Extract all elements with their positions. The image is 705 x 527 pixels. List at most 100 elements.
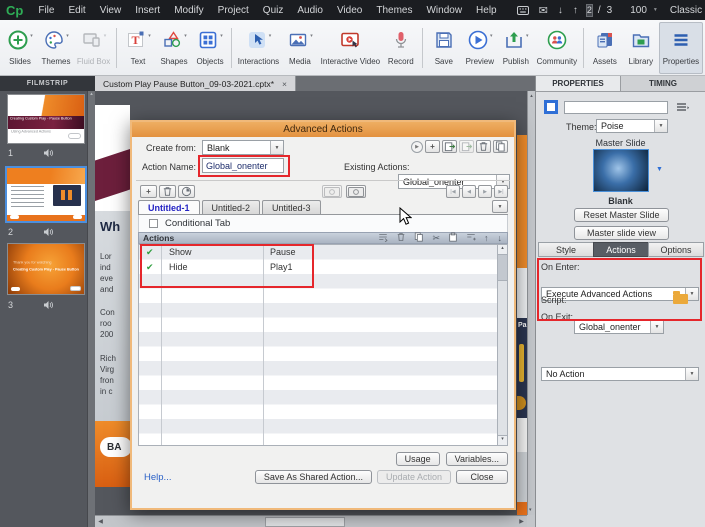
capture-monitor-icon[interactable] [512,6,534,15]
delete-action-icon[interactable] [476,140,491,153]
table-vertical-scrollbar[interactable]: ▴ ▾ [497,245,507,445]
toolbar-slides[interactable]: ▾ Slides [2,22,38,74]
scroll-left-icon[interactable]: ◀ [95,516,106,527]
filmstrip-slide-3-thumbnail[interactable]: Thank you for watching Creating Custom P… [7,243,85,295]
snapshot-icon[interactable] [346,185,366,198]
subtab-style[interactable]: Style [538,242,594,257]
snapshot-add-icon [322,185,342,198]
master-slide-thumbnail[interactable] [593,149,649,192]
canvas-vertical-scrollbar[interactable]: ▴ ▾ [527,91,535,515]
toolbar-library[interactable]: Library [623,22,659,74]
toolbar-record[interactable]: Record [383,22,419,74]
duplicate-action-icon[interactable] [493,140,508,153]
actions-table[interactable]: ✔ Show Pause ✔ Hide Play1 ▴ ▾ [138,244,508,446]
subtab-actions[interactable]: Actions [593,242,649,257]
back-button-fragment[interactable]: BA [100,437,130,457]
workspace-select[interactable]: Classic ▼ [664,5,705,16]
browse-script-folder-icon[interactable] [673,294,688,304]
slide-name-input[interactable] [564,101,668,114]
script-select[interactable]: Global_onenter ▼ [574,320,664,334]
panel-menu-icon[interactable] [677,103,689,115]
notifications-envelope-icon[interactable]: ✉ [534,4,553,17]
toolbar-interactions[interactable]: ▾ Interactions [235,22,282,74]
dialog-titlebar[interactable]: Advanced Actions [132,122,514,137]
add-tab-icon[interactable]: + [140,185,157,198]
menu-project[interactable]: Project [211,5,256,16]
tab-untitled-2[interactable]: Untitled-2 [202,200,261,214]
next-slide-icon[interactable]: ↑ [568,5,583,16]
master-slide-view-button[interactable]: Master slide view [574,226,669,240]
on-exit-select[interactable]: No Action ▼ [541,367,699,381]
document-tab-close-icon[interactable]: × [282,79,287,89]
toolbar-save[interactable]: Save [426,22,462,74]
toolbar-shapes[interactable]: ▾ Shapes [156,22,192,74]
previous-slide-icon[interactable]: ↓ [553,5,568,16]
variables-button[interactable]: Variables... [446,452,508,466]
menu-audio[interactable]: Audio [290,5,330,16]
preview-actions-icon[interactable]: ▶ [411,141,423,153]
document-tab[interactable]: Custom Play Pause Button_09-03-2021.cptx… [95,76,296,91]
usage-button[interactable]: Usage [396,452,440,466]
filmstrip-slide-2-thumbnail[interactable] [5,166,87,223]
paste-line-icon[interactable] [444,232,462,245]
move-up-icon[interactable]: ↑ [480,233,493,243]
menu-themes[interactable]: Themes [369,5,419,16]
toolbar-themes[interactable]: ▾ Themes [38,22,74,74]
scrollbar-thumb[interactable] [265,517,345,527]
close-button[interactable]: Close [456,470,508,484]
menu-insert[interactable]: Insert [128,5,167,16]
toolbar-interactive-video[interactable]: Interactive Video [318,22,383,74]
action-name-input[interactable] [202,158,284,173]
toolbar-assets[interactable]: Assets [587,22,623,74]
canvas-horizontal-scrollbar[interactable]: ◀ ▶ [95,515,527,527]
menu-video[interactable]: Video [330,5,369,16]
subtab-options[interactable]: Options [648,242,704,257]
menu-window[interactable]: Window [419,5,469,16]
menu-edit[interactable]: Edit [61,5,92,16]
help-link[interactable]: Help... [144,472,171,483]
next-action-icon: ▶ [478,185,492,198]
menu-help[interactable]: Help [469,5,504,16]
duplicate-tab-icon[interactable] [178,185,195,198]
menu-quiz[interactable]: Quiz [256,5,291,16]
toolbar-objects[interactable]: ▾ Objects [192,22,228,74]
table-row[interactable]: ✔ Hide Play1 [139,260,497,275]
menu-modify[interactable]: Modify [167,5,210,16]
tab-untitled-3[interactable]: Untitled-3 [262,200,321,214]
insert-row-icon[interactable] [462,232,480,245]
create-from-select[interactable]: Blank ▼ [202,140,284,155]
slide-number-input[interactable]: 2 [586,4,593,17]
master-slide-dropdown-icon[interactable]: ▼ [656,166,663,173]
move-down-icon[interactable]: ↓ [493,233,508,243]
toolbar-community[interactable]: Community [534,22,580,74]
filmstrip-slide-1-thumbnail[interactable]: Creating Custom Play - Pause Button Usin… [7,94,85,144]
menu-view[interactable]: View [93,5,129,16]
tab-list-icon[interactable]: ▼ [492,200,508,213]
reset-master-slide-button[interactable]: Reset Master Slide [574,208,669,222]
import-action-icon[interactable] [442,140,457,153]
insert-line-icon[interactable] [374,232,392,245]
slide-3-number: 3 [8,300,13,310]
toolbar-publish[interactable]: ▾ Publish [498,22,534,74]
toolbar-media[interactable]: ▾ Media [282,22,318,74]
scroll-right-icon[interactable]: ▶ [516,516,527,527]
cut-line-icon[interactable]: ✂ [428,233,444,244]
filmstrip-scrollbar[interactable]: ▴ [87,91,95,527]
delete-tab-icon[interactable] [159,185,176,198]
toolbar-preview[interactable]: ▾ Preview [462,22,498,74]
toolbar-properties[interactable]: Properties [659,22,703,74]
toolbar-text[interactable]: T▾ Text [120,22,156,74]
tab-timing[interactable]: TIMING [621,76,705,91]
new-action-icon[interactable]: + [425,140,440,153]
delete-line-icon[interactable] [392,232,410,245]
save-as-shared-action-button[interactable]: Save As Shared Action... [255,470,372,484]
table-row[interactable]: ✔ Show Pause [139,245,497,260]
conditional-tab-checkbox[interactable] [149,219,158,228]
tab-properties[interactable]: PROPERTIES [536,76,621,91]
filmstrip-panel-header[interactable]: FILMSTRIP [0,76,95,91]
menu-file[interactable]: File [31,5,61,16]
theme-select[interactable]: Poise ▼ [596,119,668,133]
zoom-select[interactable]: 100 ▼ [624,5,664,16]
tab-untitled-1[interactable]: Untitled-1 [138,200,200,214]
copy-line-icon[interactable] [410,232,428,245]
